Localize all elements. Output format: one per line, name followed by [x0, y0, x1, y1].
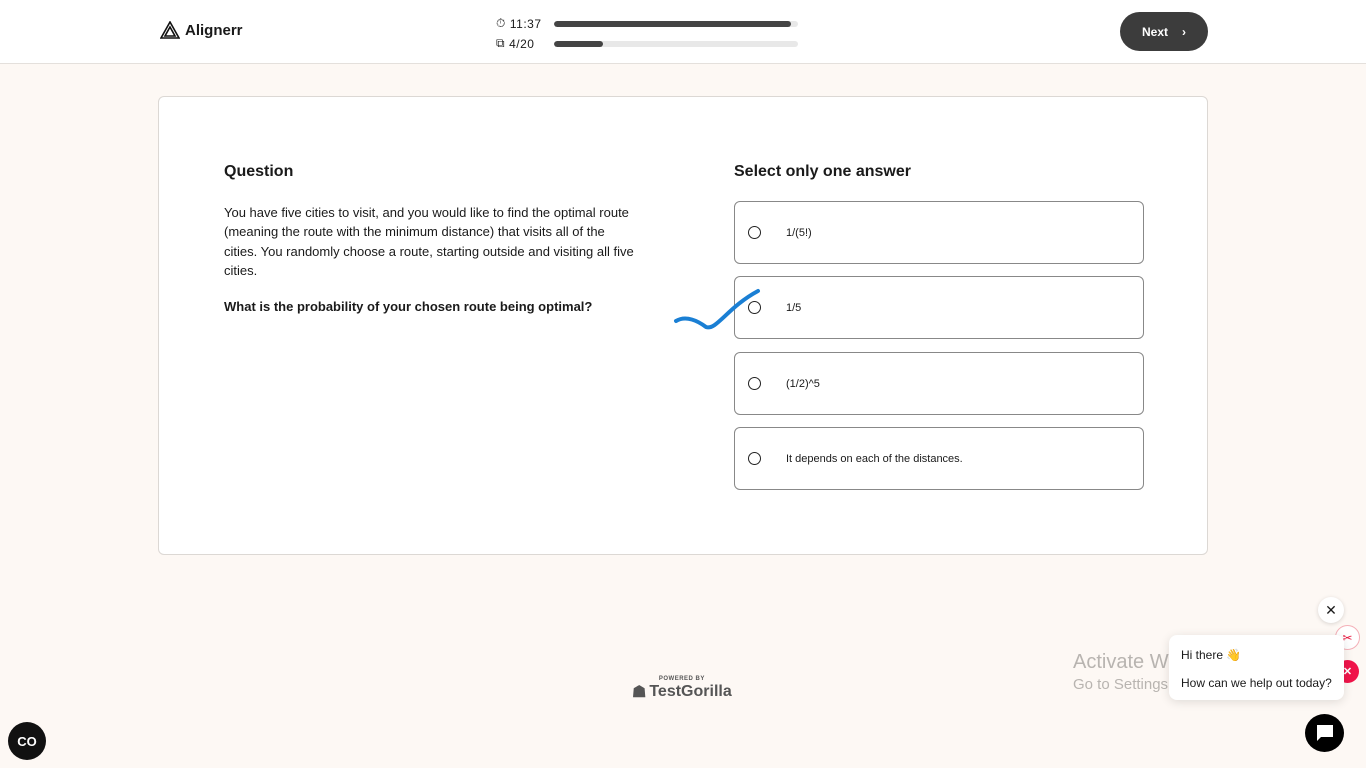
- close-chat-icon[interactable]: ✕: [1318, 597, 1344, 623]
- timer-text: 11:37: [509, 16, 542, 31]
- option-label: It depends on each of the distances.: [786, 452, 963, 465]
- radio-button[interactable]: [748, 452, 761, 465]
- chat-bubble-icon: [1316, 725, 1333, 741]
- radio-button[interactable]: [748, 377, 761, 390]
- next-button[interactable]: Next ›: [1120, 12, 1208, 51]
- answer-option-2[interactable]: 1/5: [734, 276, 1144, 339]
- cc-icon: CO: [17, 733, 37, 749]
- brand-name: Alignerr: [185, 21, 243, 39]
- chat-launcher-button[interactable]: [1305, 714, 1344, 752]
- question-prompt: What is the probability of your chosen r…: [224, 299, 593, 314]
- header: Alignerr ⏱ 11:37 ⧉ 4/20 Next ›: [0, 0, 1366, 64]
- question-stack-icon: ⧉: [496, 36, 506, 50]
- next-label: Next: [1141, 24, 1168, 39]
- aligneer-logo-icon: [160, 21, 180, 39]
- accessibility-button[interactable]: CO: [8, 722, 46, 760]
- timer-bar-fill: [554, 20, 791, 27]
- answer-option-3[interactable]: (1/2)^5: [734, 352, 1144, 415]
- answers-heading: Select only one answer: [734, 163, 911, 180]
- question-text: You have five cities to visit, and you w…: [224, 205, 634, 278]
- option-label: (1/2)^5: [786, 377, 820, 390]
- radio-button[interactable]: [748, 226, 761, 239]
- chat-popup[interactable]: Hi there 👋 How can we help out today?: [1169, 635, 1344, 700]
- chat-greeting: Hi there 👋: [1181, 648, 1242, 662]
- answer-option-1[interactable]: 1/(5!): [734, 201, 1144, 264]
- chat-message: How can we help out today?: [1181, 676, 1332, 690]
- brand-logo: Alignerr: [160, 21, 243, 39]
- footer-brand: TestGorilla: [649, 683, 732, 700]
- timer-progress: ⏱ 11:37: [496, 16, 798, 31]
- chevron-right-icon: ›: [1182, 24, 1186, 39]
- question-bar-fill: [554, 40, 603, 47]
- option-label: 1/5: [786, 301, 802, 314]
- gorilla-icon: ☗: [632, 684, 647, 701]
- checkmark-annotation-icon: [674, 289, 760, 330]
- option-label: 1/(5!): [786, 226, 812, 239]
- stopwatch-icon: ⏱: [496, 16, 506, 30]
- powered-by-testgorilla: POWERED BY ☗ TestGorilla: [632, 676, 732, 702]
- question-progress: ⧉ 4/20: [496, 36, 798, 51]
- answer-option-4[interactable]: It depends on each of the distances.: [734, 427, 1144, 490]
- question-heading: Question: [224, 163, 294, 180]
- question-count: 4/20: [509, 36, 535, 51]
